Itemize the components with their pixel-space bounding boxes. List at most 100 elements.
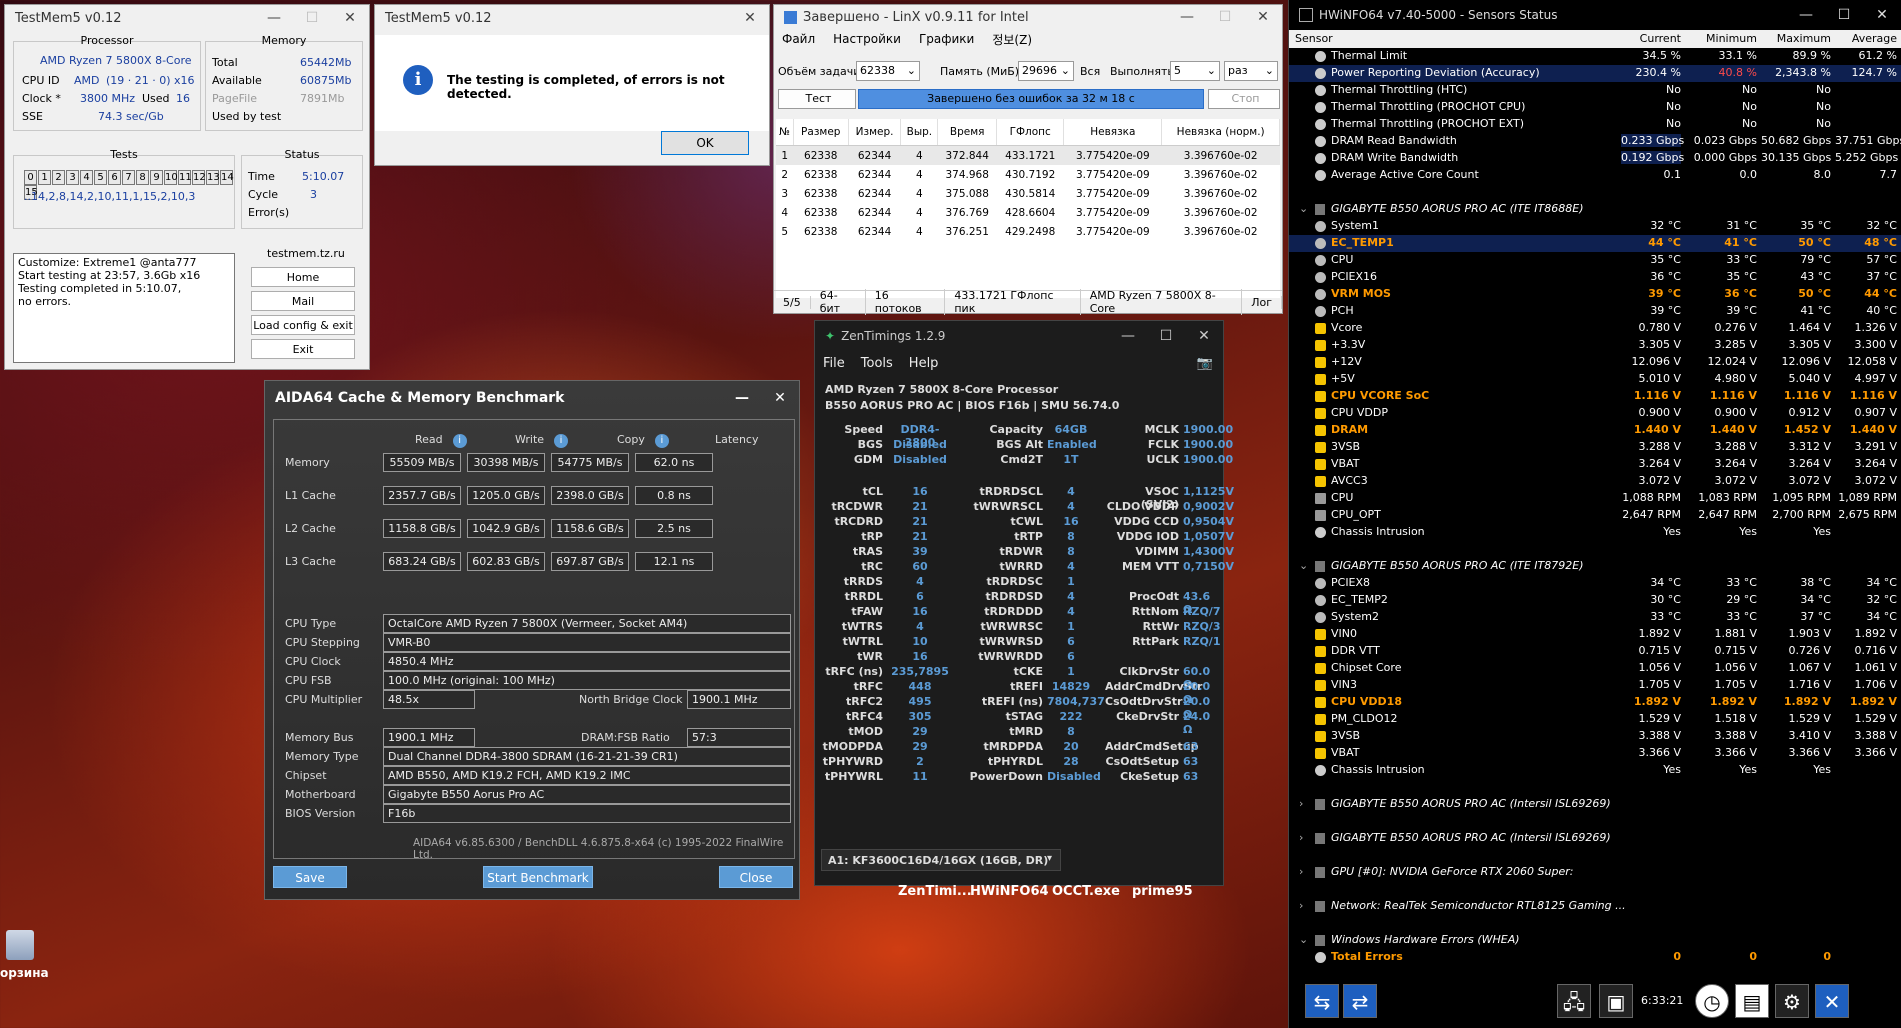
results-column-header[interactable]: Невязка xyxy=(1063,119,1163,146)
close-button[interactable]: Close xyxy=(719,866,793,888)
sensor-row[interactable]: +3.3V 3.305 V 3.285 V 3.305 V 3.300 V xyxy=(1289,337,1901,354)
task-size-input[interactable]: 62338 ⌄ xyxy=(856,61,920,81)
ok-button[interactable]: OK xyxy=(661,131,749,155)
results-column-header[interactable]: Размер xyxy=(793,119,849,146)
menu-file[interactable]: Файл xyxy=(782,32,815,46)
chevron-right-icon[interactable]: › xyxy=(1299,797,1303,810)
taskbar-zentimings[interactable]: ZenTimi... xyxy=(898,884,972,899)
home-button[interactable]: Home xyxy=(251,267,355,287)
sensor-row[interactable]: VRM MOS 39 °C 36 °C 50 °C 44 °C xyxy=(1289,286,1901,303)
info-icon[interactable]: i xyxy=(452,434,467,448)
sensor-row[interactable]: CPU 1,088 RPM 1,083 RPM 1,095 RPM 1,089 RPM xyxy=(1289,490,1901,507)
maximize-icon[interactable]: ☐ xyxy=(1206,9,1244,25)
info-icon[interactable]: i xyxy=(654,434,669,448)
close-icon[interactable]: ✕ xyxy=(1185,328,1223,344)
taskbar-hwinfo[interactable]: HWiNFO64 xyxy=(970,884,1049,899)
clock-icon[interactable]: ◷ xyxy=(1695,984,1729,1018)
col-minimum[interactable]: Minimum xyxy=(1687,32,1757,45)
col-sensor[interactable]: Sensor xyxy=(1295,32,1333,45)
table-row[interactable]: 4 62338 62344 4 376.769 428.6604 3.775420e-09 3… xyxy=(776,203,1280,222)
minimize-icon[interactable]: — xyxy=(723,390,761,406)
sensor-group-row[interactable]: › GIGABYTE B550 AORUS PRO AC (Intersil IS… xyxy=(1289,796,1901,813)
linx-titlebar[interactable]: Завершено - LinX v0.9.11 for Intel — ☐ ✕ xyxy=(774,5,1282,29)
all-memory-label[interactable]: Вся xyxy=(1080,65,1100,78)
results-column-header[interactable]: Измер. xyxy=(848,119,902,146)
sensor-row[interactable]: Chipset Core 1.056 V 1.056 V 1.067 V 1.061 V xyxy=(1289,660,1901,677)
results-column-header[interactable]: Выр. xyxy=(900,119,939,146)
menu-file[interactable]: File xyxy=(823,356,845,371)
report-icon[interactable]: ▤ xyxy=(1735,984,1769,1018)
sensor-row[interactable]: PM_CLDO12 1.529 V 1.518 V 1.529 V 1.529 V xyxy=(1289,711,1901,728)
mail-button[interactable]: Mail xyxy=(251,291,355,311)
sensor-row[interactable]: Thermal Limit 34.5 % 33.1 % 89.9 % 61.2 % xyxy=(1289,48,1901,65)
sensor-row[interactable]: PCIEX8 34 °C 33 °C 38 °C 34 °C xyxy=(1289,575,1901,592)
run-count-input[interactable]: 5 ⌄ xyxy=(1170,61,1220,81)
sensor-row[interactable]: System2 33 °C 33 °C 37 °C 34 °C xyxy=(1289,609,1901,626)
info-icon[interactable]: i xyxy=(554,434,569,448)
sensor-row[interactable]: Average Active Core Count 0.1 0.0 8.0 7.7 xyxy=(1289,167,1901,184)
memory-input[interactable]: 29696 ⌄ xyxy=(1018,61,1074,81)
close-icon[interactable]: ✕ xyxy=(331,10,369,26)
start-benchmark-button[interactable]: Start Benchmark xyxy=(483,866,593,888)
table-row[interactable]: 1 62338 62344 4 372.844 433.1721 3.775420e-09 3… xyxy=(776,145,1280,165)
menu-info[interactable]: 정보(Z) xyxy=(992,31,1032,48)
close-icon[interactable]: ✕ xyxy=(1244,9,1282,25)
sensor-row[interactable]: System1 32 °C 31 °C 35 °C 32 °C xyxy=(1289,218,1901,235)
menu-help[interactable]: Help xyxy=(909,356,939,371)
sensor-row[interactable]: EC_TEMP2 30 °C 29 °C 34 °C 32 °C xyxy=(1289,592,1901,609)
sensor-row[interactable]: VBAT 3.366 V 3.366 V 3.366 V 3.366 V xyxy=(1289,745,1901,762)
maximize-icon[interactable]: ☐ xyxy=(1825,7,1863,23)
results-column-header[interactable]: Время xyxy=(937,119,998,146)
recycle-bin-label[interactable]: орзина xyxy=(0,966,49,980)
sensor-row[interactable]: +5V 5.010 V 4.980 V 5.040 V 4.997 V xyxy=(1289,371,1901,388)
testmem-log[interactable]: Customize: Extreme1 @anta777 Start testi… xyxy=(13,253,235,363)
sensor-row[interactable]: Thermal Throttling (PROCHOT CPU) No No No xyxy=(1289,99,1901,116)
col-maximum[interactable]: Maximum xyxy=(1761,32,1831,45)
sensor-row[interactable]: Thermal Throttling (PROCHOT EXT) No No No xyxy=(1289,116,1901,133)
chevron-down-icon[interactable]: ⌄ xyxy=(1299,559,1308,572)
aida-titlebar[interactable]: AIDA64 Cache & Memory Benchmark — ✕ xyxy=(265,381,799,415)
menu-tools[interactable]: Tools xyxy=(861,356,893,371)
run-unit-select[interactable]: раз ⌄ xyxy=(1224,61,1278,81)
close-icon[interactable]: ✕ xyxy=(1815,984,1849,1018)
sensor-group-row[interactable]: › GPU [#0]: NVIDIA GeForce RTX 2060 Super… xyxy=(1289,864,1901,881)
sensor-row[interactable]: CPU VCORE SoC 1.116 V 1.116 V 1.116 V 1.116 … xyxy=(1289,388,1901,405)
sensor-row[interactable]: CPU VDDP 0.900 V 0.900 V 0.912 V 0.907 V xyxy=(1289,405,1901,422)
col-current[interactable]: Current xyxy=(1621,32,1681,45)
sensor-row[interactable]: Total Errors 0 0 0 xyxy=(1289,949,1901,966)
chevron-down-icon[interactable]: ⌄ xyxy=(1299,933,1308,946)
sensor-row[interactable]: VIN3 1.705 V 1.705 V 1.716 V 1.706 V xyxy=(1289,677,1901,694)
results-column-header[interactable]: № xyxy=(776,119,794,146)
sensor-row[interactable]: Vcore 0.780 V 0.276 V 1.464 V 1.326 V xyxy=(1289,320,1901,337)
sensor-row[interactable]: DRAM Read Bandwidth 0.233 Gbps 0.023 Gbps 5… xyxy=(1289,133,1901,150)
monitors-icon[interactable]: ▣ xyxy=(1599,984,1633,1018)
sensor-group-row[interactable]: ⌄ Windows Hardware Errors (WHEA) xyxy=(1289,932,1901,949)
table-row[interactable]: 5 62338 62344 4 376.251 429.2498 3.775420e-09 3… xyxy=(776,222,1280,241)
sensor-row[interactable]: Thermal Throttling (HTC) No No No xyxy=(1289,82,1901,99)
test-button[interactable]: Тест xyxy=(778,89,856,109)
table-row[interactable]: 2 62338 62344 4 374.968 430.7192 3.775420e-09 3… xyxy=(776,165,1280,184)
status-log[interactable]: Лог xyxy=(1242,295,1282,309)
col-average[interactable]: Average xyxy=(1835,32,1897,45)
camera-icon[interactable]: 📷 xyxy=(1197,356,1213,371)
sensor-group-row[interactable]: ⌄ GIGABYTE B550 AORUS PRO AC (ITE IT8688E… xyxy=(1289,201,1901,218)
sensor-row[interactable]: DRAM 1.440 V 1.440 V 1.452 V 1.440 V xyxy=(1289,422,1901,439)
sensor-row[interactable]: 3VSB 3.288 V 3.288 V 3.312 V 3.291 V xyxy=(1289,439,1901,456)
recycle-bin-icon[interactable] xyxy=(6,930,34,960)
sensor-row[interactable]: CPU VDD18 1.892 V 1.892 V 1.892 V 1.892 V xyxy=(1289,694,1901,711)
sensor-row[interactable]: Chassis Intrusion Yes Yes Yes xyxy=(1289,762,1901,779)
save-button[interactable]: Save xyxy=(273,866,347,888)
minimize-icon[interactable]: — xyxy=(1168,9,1206,25)
sensor-row[interactable]: Chassis Intrusion Yes Yes Yes xyxy=(1289,524,1901,541)
sensor-row[interactable]: DRAM Write Bandwidth 0.192 Gbps 0.000 Gbps… xyxy=(1289,150,1901,167)
message-titlebar[interactable]: TestMem5 v0.12 ✕ xyxy=(375,5,769,31)
load-config-button[interactable]: Load config & exit xyxy=(251,315,355,335)
table-row[interactable]: 3 62338 62344 4 375.088 430.5814 3.775420e-09 3… xyxy=(776,184,1280,203)
collapse-icon[interactable]: ⇄ xyxy=(1343,984,1377,1018)
exit-button[interactable]: Exit xyxy=(251,339,355,359)
sensor-row[interactable]: CPU 35 °C 33 °C 79 °C 57 °C xyxy=(1289,252,1901,269)
sensor-row[interactable]: +12V 12.096 V 12.024 V 12.096 V 12.058 V xyxy=(1289,354,1901,371)
sensor-group-row[interactable]: › GIGABYTE B550 AORUS PRO AC (Intersil IS… xyxy=(1289,830,1901,847)
close-icon[interactable]: ✕ xyxy=(1863,7,1901,23)
sensor-row[interactable]: PCH 39 °C 39 °C 41 °C 40 °C xyxy=(1289,303,1901,320)
